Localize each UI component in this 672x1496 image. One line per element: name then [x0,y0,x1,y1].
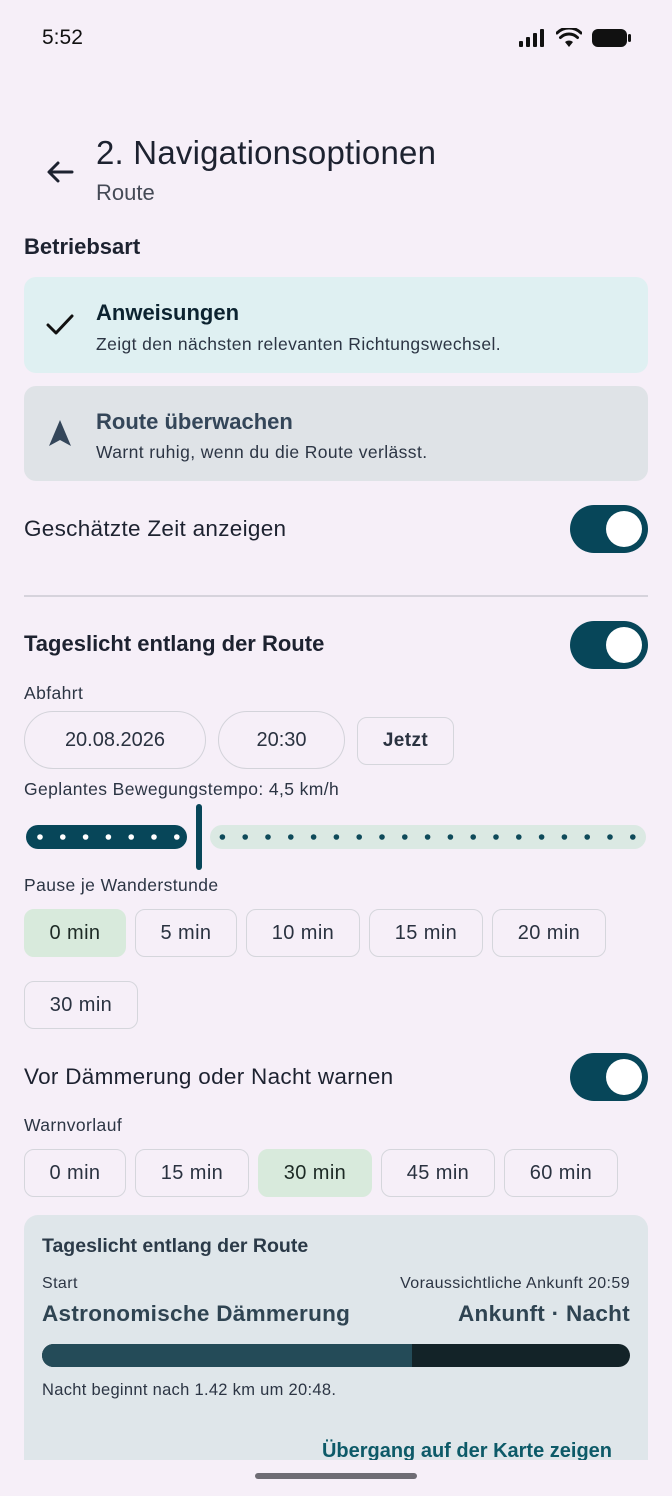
pace-label: Geplantes Bewegungstempo: 4,5 km/h [24,779,340,799]
slider-tick [105,834,112,840]
show-time-label: Geschätzte Zeit anzeigen [24,516,287,541]
slider-tick [265,834,271,840]
now-button[interactable]: Jetzt [357,717,454,765]
screen: 5:52 2. Navigationsoptionen Route Betrie… [0,0,672,1496]
arrival-label: Voraussichtliche Ankunft 20:59 [400,1275,630,1292]
warn-label: Vor Dämmerung oder Nacht warnen [24,1064,394,1089]
slider-tick [151,834,157,840]
slider-tick [493,834,499,840]
navigation-arrow-icon [49,420,71,446]
arrival-value: Ankunft · Nacht [458,1301,630,1326]
pause-option-30[interactable]: 30 min [24,981,138,1029]
night-start-note: Nacht beginnt nach 1.42 km um 20:48. [42,1381,337,1399]
mode-option-title: Anweisungen [96,300,240,325]
slider-tick [60,834,66,840]
pause-label: Pause je Wanderstunde [24,875,219,895]
divider [24,595,648,597]
daylight-progress-bar [42,1344,630,1367]
battery-icon [592,29,631,47]
wifi-icon [556,28,582,47]
mode-section-label: Betriebsart [24,234,141,259]
signal-icon [519,29,544,47]
page-subtitle: Route [96,180,155,205]
lead-option-45[interactable]: 45 min [381,1149,495,1197]
slider-tick [174,834,180,840]
slider-tick [447,834,454,840]
mode-option-description: Zeigt den nächsten relevanten Richtungsw… [96,334,502,354]
slider-tick [356,834,363,840]
slider-tick [219,834,226,840]
lead-option-0[interactable]: 0 min [24,1149,126,1197]
slider-tick [288,834,294,840]
pause-option-5[interactable]: 5 min [135,909,237,957]
slider-tick [538,834,545,840]
toggle-knob [606,1059,642,1095]
slider-tick [630,834,636,840]
warn-lead-label: Warnvorlauf [24,1115,123,1135]
daylight-toggle[interactable] [570,621,648,669]
slider-thumb [196,804,202,870]
home-indicator[interactable] [255,1473,417,1479]
summary-title: Tageslicht entlang der Route [42,1235,309,1257]
slider-tick [379,834,385,840]
status-icons [518,28,632,48]
warn-toggle[interactable] [570,1053,648,1101]
slider-tick [37,834,43,840]
lead-option-30[interactable]: 30 min [258,1149,372,1197]
slider-tick [242,834,248,840]
daylight-summary-card: Tageslicht entlang der Route Start Vorau… [24,1215,648,1475]
slider-tick [584,834,590,840]
slider-tick [402,834,408,840]
mode-option-title: Route überwachen [96,409,293,434]
start-value: Astronomische Dämmerung [42,1301,351,1326]
lead-option-15[interactable]: 15 min [135,1149,249,1197]
pause-option-10[interactable]: 10 min [246,909,360,957]
mode-option-monitor[interactable]: Route überwachen Warnt ruhig, wenn du di… [24,386,648,481]
lead-option-60[interactable]: 60 min [504,1149,618,1197]
slider-tick [310,834,317,840]
start-label: Start [42,1275,78,1292]
back-arrow-icon[interactable] [44,156,76,188]
show-time-toggle[interactable] [570,505,648,553]
check-icon [46,314,74,335]
slider-tick [607,834,613,840]
toggle-knob [606,511,642,547]
daylight-label: Tageslicht entlang der Route [24,631,325,656]
mode-option-description: Warnt ruhig, wenn du die Route verlässt. [96,442,428,462]
pause-option-0[interactable]: 0 min [24,909,126,957]
pause-option-20[interactable]: 20 min [492,909,606,957]
pause-option-15[interactable]: 15 min [369,909,483,957]
slider-tick [470,834,477,840]
slider-tick [333,834,340,840]
daylight-progress-fill [42,1344,413,1367]
slider-tick [516,834,522,840]
time-picker-button[interactable]: 20:30 [218,711,345,769]
page-title: 2. Navigationsoptionen [96,134,437,171]
slider-tick [424,834,431,840]
status-time: 5:52 [42,26,83,49]
date-picker-button[interactable]: 20.08.2026 [24,711,206,769]
slider-tick [82,834,89,840]
slider-tick [128,834,134,840]
pace-slider[interactable] [26,804,646,870]
toggle-knob [606,627,642,663]
mode-option-instructions[interactable]: Anweisungen Zeigt den nächsten relevante… [24,277,648,373]
departure-label: Abfahrt [24,683,84,703]
slider-tick [561,834,568,840]
